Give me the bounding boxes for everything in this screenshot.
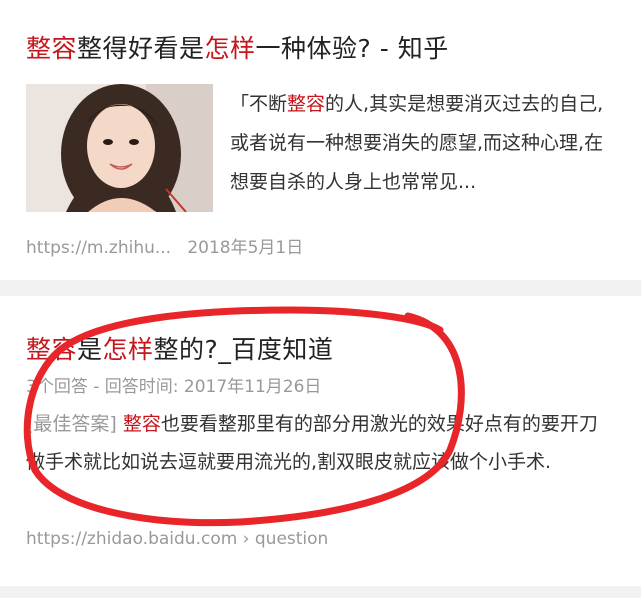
- result-snippet: [最佳答案] 整容也要看整那里有的部分用激光的效果好点有的要开刀做手术就比如说去…: [26, 405, 616, 481]
- title-text: 一种体验? - 知乎: [255, 34, 449, 63]
- result-date: 2018年5月1日: [187, 238, 304, 258]
- result-title-link[interactable]: 整容整得好看是怎样一种体验? - 知乎: [26, 29, 449, 65]
- snippet-highlight: 整容: [122, 413, 161, 435]
- answer-time: - 回答时间: 2017年11月26日: [87, 377, 322, 397]
- answer-meta: 3个回答 - 回答时间: 2017年11月26日: [26, 372, 321, 397]
- title-highlight: 怎样: [102, 335, 154, 364]
- portrait-image: [26, 84, 213, 212]
- title-highlight: 整容: [26, 34, 78, 63]
- result-title-link[interactable]: 整容是怎样整的?_百度知道: [26, 330, 333, 366]
- title-text: 整得好看是: [77, 34, 205, 63]
- result-meta: https://m.zhihu... 2018年5月1日: [26, 233, 303, 258]
- best-answer-tag: [最佳答案]: [26, 413, 117, 435]
- result-thumbnail[interactable]: [26, 84, 213, 212]
- title-highlight: 怎样: [204, 34, 256, 63]
- title-highlight: 整容: [26, 335, 78, 364]
- result-url[interactable]: https://m.zhihu...: [26, 238, 171, 258]
- answer-count: 3个回答: [26, 377, 88, 397]
- snippet-text: 「不断: [230, 93, 288, 115]
- snippet-highlight: 整容: [287, 93, 326, 115]
- result-url[interactable]: https://zhidao.baidu.com › question: [26, 529, 328, 549]
- result-snippet: 「不断整容的人,其实是想要消灭过去的自己,或者说有一种想要消失的愿望,而这种心理…: [230, 85, 620, 202]
- title-text: 整的?_百度知道: [153, 335, 334, 364]
- title-text: 是: [77, 335, 103, 364]
